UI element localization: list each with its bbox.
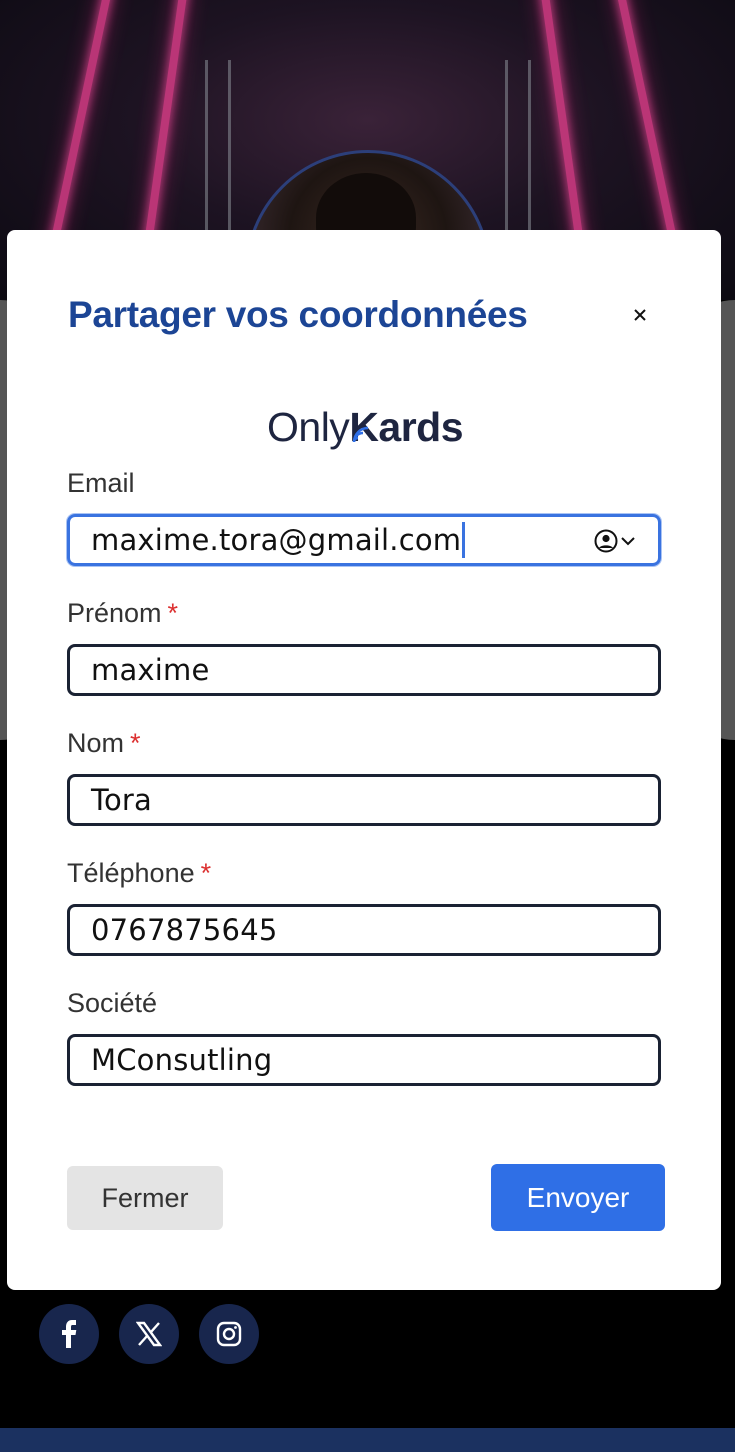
email-field[interactable]: maxime.tora@gmail.com	[67, 514, 661, 566]
firstname-field[interactable]: maxime	[67, 644, 661, 696]
company-value: MConsutling	[91, 1043, 273, 1077]
close-icon[interactable]	[625, 300, 655, 330]
phone-label: Téléphone *	[67, 858, 212, 888]
required-indicator: *	[167, 598, 179, 628]
required-indicator: *	[200, 858, 212, 888]
close-modal-button[interactable]: Fermer	[67, 1166, 223, 1230]
x-icon[interactable]	[119, 1304, 179, 1364]
autofill-button[interactable]	[594, 529, 636, 553]
lastname-value: Tora	[91, 783, 153, 817]
required-indicator: *	[130, 728, 141, 758]
lastname-label: Nom *	[67, 728, 141, 758]
logo-text-only: Only	[267, 403, 350, 450]
company-label: Société	[67, 988, 158, 1018]
firstname-label: Prénom *	[67, 598, 179, 628]
lastname-group: Nom * Tora	[67, 726, 661, 826]
chevron-down-icon	[621, 537, 635, 546]
firstname-group: Prénom * maxime	[67, 596, 661, 696]
logo-text-kards: Kards	[349, 404, 463, 451]
text-caret	[462, 522, 466, 558]
company-group: Société MConsutling	[67, 986, 661, 1086]
company-field[interactable]: MConsutling	[67, 1034, 661, 1086]
lastname-field[interactable]: Tora	[67, 774, 661, 826]
nfc-waves-icon	[353, 426, 369, 442]
share-contact-modal: Partager vos coordonnées Only Kards Email…	[7, 230, 721, 1290]
footer-bar	[0, 1428, 735, 1452]
phone-field[interactable]: 0767875645	[67, 904, 661, 956]
instagram-icon[interactable]	[199, 1304, 259, 1364]
facebook-icon[interactable]	[39, 1304, 99, 1364]
onlykards-logo: Only Kards	[267, 400, 464, 454]
phone-value: 0767875645	[91, 913, 278, 947]
user-circle-icon	[594, 529, 618, 553]
email-group: Email maxime.tora@gmail.com	[67, 466, 661, 566]
modal-title: Partager vos coordonnées	[68, 294, 528, 335]
firstname-value: maxime	[91, 653, 210, 687]
phone-group: Téléphone * 0767875645	[67, 856, 661, 956]
email-value: maxime.tora@gmail.com	[91, 523, 462, 557]
email-label: Email	[67, 468, 135, 498]
send-button[interactable]: Envoyer	[491, 1164, 665, 1231]
social-links	[39, 1304, 259, 1364]
